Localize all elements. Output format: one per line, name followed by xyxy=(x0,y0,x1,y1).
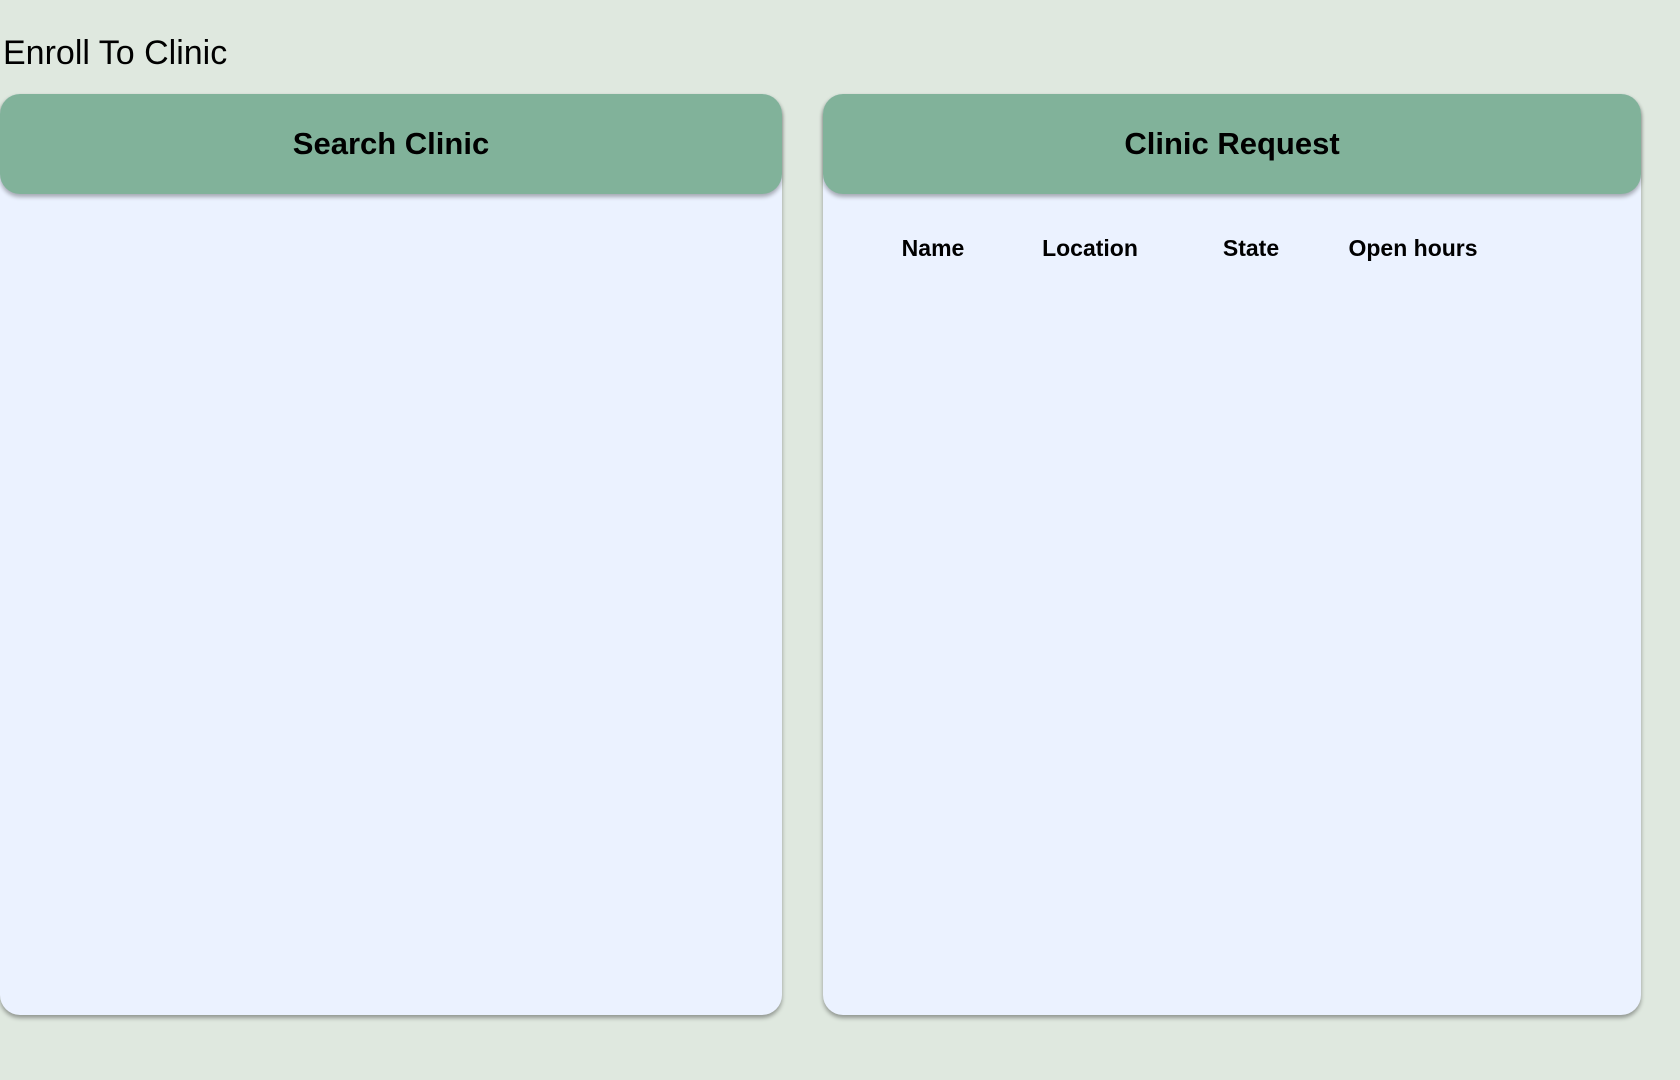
column-header-location: Location xyxy=(1042,235,1138,261)
clinic-request-header: Clinic Request xyxy=(823,94,1641,194)
clinic-request-panel: Clinic Request Name Location State Open … xyxy=(823,94,1641,1015)
search-clinic-panel: Search Clinic xyxy=(0,94,782,1015)
search-clinic-header: Search Clinic xyxy=(0,94,782,194)
page-title: Enroll To Clinic xyxy=(3,34,228,72)
column-header-state: State xyxy=(1222,235,1280,261)
column-header-open-hours: Open hours xyxy=(1348,235,1478,261)
column-header-name: Name xyxy=(901,235,965,261)
